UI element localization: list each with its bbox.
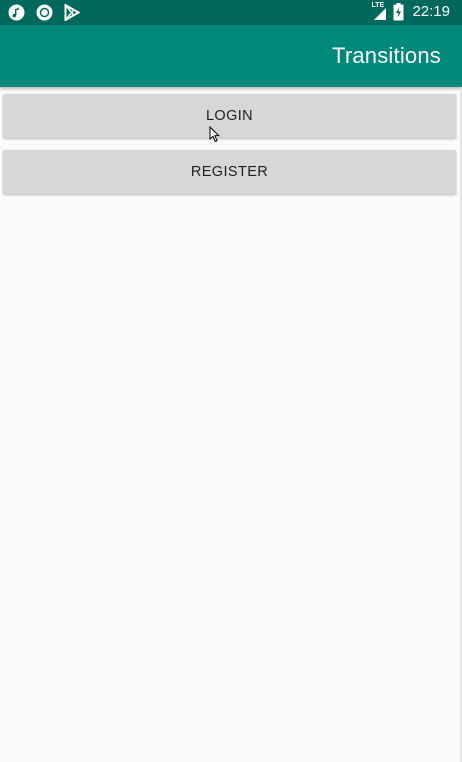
battery-charging-icon bbox=[393, 3, 404, 21]
app-bar: Transitions bbox=[0, 25, 462, 87]
status-bar: LTE 22:19 bbox=[0, 0, 462, 25]
record-icon bbox=[36, 4, 53, 21]
notification-icons bbox=[8, 4, 80, 21]
system-icons: LTE 22:19 bbox=[371, 2, 450, 21]
play-store-icon bbox=[64, 4, 80, 21]
music-note-icon bbox=[8, 4, 25, 21]
login-button[interactable]: LOGIN bbox=[3, 94, 456, 138]
signal-icon: LTE bbox=[371, 2, 387, 21]
page-title: Transitions bbox=[332, 43, 441, 68]
mouse-cursor-icon bbox=[209, 126, 220, 143]
status-clock: 22:19 bbox=[412, 3, 450, 20]
register-button[interactable]: REGISTER bbox=[3, 150, 456, 194]
